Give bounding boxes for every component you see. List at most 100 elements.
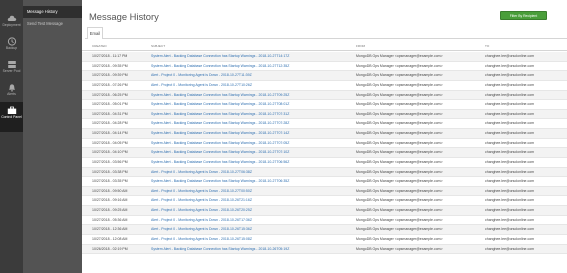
cell-to: changhee.lee@orsolonline.com bbox=[485, 111, 535, 116]
table-row[interactable]: 10/27/2018 - 12:36 AM Alert - Project 0 -… bbox=[82, 225, 567, 235]
table-row[interactable]: 10/27/2018 - 03:38 PM Alert - Project 0 -… bbox=[82, 167, 567, 178]
cell-created: 10/27/2018 - 04:14 PM bbox=[92, 131, 128, 136]
table-row[interactable]: 10/27/2018 - 07:26 PM Alert - Project 0 -… bbox=[82, 81, 567, 91]
cell-subject-link[interactable]: System Alert - Backing Database Connecti… bbox=[151, 52, 356, 62]
table-row[interactable]: 10/27/2018 - 04:14 PM System Alert - Back… bbox=[82, 129, 567, 139]
cell-from: MongoDB Ops Manager <opsmanager@example.… bbox=[356, 140, 443, 145]
cell-to: changhee.lee@orsolonline.com bbox=[485, 236, 535, 241]
cell-to: changhee.lee@orsolonline.com bbox=[485, 63, 535, 68]
cell-subject-link[interactable]: System Alert - Backing Database Connecti… bbox=[151, 139, 356, 149]
table-row[interactable]: 10/27/2018 - 04:31 PM System Alert - Back… bbox=[82, 109, 567, 120]
cell-subject-link[interactable]: System Alert - Backing Database Connecti… bbox=[151, 158, 356, 168]
table-row[interactable]: 10/26/2018 - 02:19 PM System Alert - Back… bbox=[82, 244, 567, 255]
cell-to: changhee.lee@orsolonline.com bbox=[485, 169, 535, 174]
column-header-to[interactable]: To bbox=[485, 44, 489, 48]
cell-from: MongoDB Ops Manager <opsmanager@example.… bbox=[356, 63, 443, 68]
filter-by-recipient-button[interactable]: Filter By Recipient bbox=[500, 11, 547, 20]
column-header-from[interactable]: From bbox=[356, 44, 365, 48]
cell-created: 10/27/2018 - 09:39 PM bbox=[92, 73, 128, 78]
cell-from: MongoDB Ops Manager <opsmanager@example.… bbox=[356, 111, 443, 116]
cell-from: MongoDB Ops Manager <opsmanager@example.… bbox=[356, 188, 443, 193]
cell-subject-link[interactable]: Alert - Project 0 - Monitoring Agent is … bbox=[151, 196, 356, 206]
column-header-subject[interactable]: Subject bbox=[151, 44, 165, 48]
table-row[interactable]: 10/27/2018 - 12:08 AM Alert - Project 0 -… bbox=[82, 235, 567, 245]
table-row[interactable]: 10/27/2018 - 04:28 PM System Alert - Back… bbox=[82, 119, 567, 130]
cell-from: MongoDB Ops Manager <opsmanager@example.… bbox=[356, 227, 443, 232]
cell-created: 10/27/2018 - 11:17 PM bbox=[92, 54, 128, 58]
subnav-item-send-test-message[interactable]: Send Test Message bbox=[23, 18, 82, 30]
cell-from: MongoDB Ops Manager <opsmanager@example.… bbox=[356, 236, 443, 241]
app-rail: Deployment Backup Server Pool Alerts Con… bbox=[0, 0, 23, 273]
rail-item-label: Backup bbox=[5, 46, 18, 50]
cell-to: changhee.lee@orsolonline.com bbox=[485, 208, 535, 213]
table-row[interactable]: 10/27/2018 - 05:01 PM System Alert - Back… bbox=[82, 100, 567, 110]
rail-item-label: Control Panel bbox=[1, 115, 22, 119]
rail-item-label: Alerts bbox=[7, 92, 16, 96]
cell-subject-link[interactable]: Alert - Project 0 - Monitoring Agent is … bbox=[151, 206, 356, 216]
cell-subject-link[interactable]: System Alert - Backing Database Connecti… bbox=[151, 119, 356, 129]
cell-subject-link[interactable]: System Alert - Backing Database Connecti… bbox=[151, 100, 356, 110]
cell-subject-link[interactable]: System Alert - Backing Database Connecti… bbox=[151, 148, 356, 158]
cell-created: 10/27/2018 - 12:08 AM bbox=[92, 236, 128, 241]
cell-to: changhee.lee@orsolonline.com bbox=[485, 102, 535, 107]
cell-created: 10/27/2018 - 06:25 PM bbox=[92, 92, 128, 97]
rail-item-control-panel[interactable]: Control Panel bbox=[0, 102, 23, 132]
cell-subject-link[interactable]: Alert - Project 0 - Monitoring Agent is … bbox=[151, 216, 356, 226]
table-row[interactable]: 10/27/2018 - 09:25 AM Alert - Project 0 -… bbox=[82, 206, 567, 216]
cell-created: 10/26/2018 - 02:19 PM bbox=[92, 246, 128, 251]
cell-to: changhee.lee@orsolonline.com bbox=[485, 131, 535, 136]
cell-subject-link[interactable]: Alert - Project 0 - Monitoring Agent is … bbox=[151, 235, 356, 245]
cell-subject-link[interactable]: System Alert - Backing Database Connecti… bbox=[151, 62, 356, 72]
cell-subject-link[interactable]: Alert - Project 0 - Monitoring Agent is … bbox=[151, 225, 356, 235]
cell-subject-link[interactable]: System Alert - Backing Database Connecti… bbox=[151, 177, 356, 187]
table-row[interactable]: 10/27/2018 - 11:17 PM System Alert - Back… bbox=[82, 52, 567, 62]
cell-to: changhee.lee@orsolonline.com bbox=[485, 54, 535, 58]
cell-subject-link[interactable]: Alert - Project 0 - Monitoring Agent is … bbox=[151, 71, 356, 81]
cell-to: changhee.lee@orsolonline.com bbox=[485, 217, 535, 222]
cell-created: 10/27/2018 - 09:25 AM bbox=[92, 208, 128, 213]
table-row[interactable]: 10/27/2018 - 09:35 PM System Alert - Back… bbox=[82, 62, 567, 72]
cell-subject-link[interactable]: Alert - Project 0 - Monitoring Agent is … bbox=[151, 187, 356, 197]
cell-from: MongoDB Ops Manager <opsmanager@example.… bbox=[356, 159, 443, 164]
cell-from: MongoDB Ops Manager <opsmanager@example.… bbox=[356, 54, 443, 58]
cell-created: 10/27/2018 - 07:26 PM bbox=[92, 82, 128, 87]
table-row[interactable]: 10/27/2018 - 09:50 AM Alert - Project 0 -… bbox=[82, 186, 567, 197]
cell-from: MongoDB Ops Manager <opsmanager@example.… bbox=[356, 82, 443, 87]
column-header-created[interactable]: Created bbox=[92, 44, 107, 48]
cell-from: MongoDB Ops Manager <opsmanager@example.… bbox=[356, 198, 443, 203]
table-row[interactable]: 10/27/2018 - 03:35 PM System Alert - Back… bbox=[82, 177, 567, 187]
cell-to: changhee.lee@orsolonline.com bbox=[485, 188, 535, 193]
tab-divider bbox=[85, 38, 567, 39]
table-row[interactable]: 10/27/2018 - 03:56 PM System Alert - Back… bbox=[82, 158, 567, 168]
cell-created: 10/27/2018 - 09:50 AM bbox=[92, 188, 128, 193]
cell-from: MongoDB Ops Manager <opsmanager@example.… bbox=[356, 92, 443, 97]
table-row[interactable]: 10/27/2018 - 05:36 AM Alert - Project 0 -… bbox=[82, 216, 567, 226]
cell-to: changhee.lee@orsolonline.com bbox=[485, 227, 535, 232]
table-row[interactable]: 10/27/2018 - 09:16 AM Alert - Project 0 -… bbox=[82, 196, 567, 207]
cell-from: MongoDB Ops Manager <opsmanager@example.… bbox=[356, 246, 443, 251]
cell-subject-link[interactable]: System Alert - Backing Database Connecti… bbox=[151, 91, 356, 101]
cell-to: changhee.lee@orsolonline.com bbox=[485, 73, 535, 78]
table-row[interactable]: 10/27/2018 - 06:25 PM System Alert - Back… bbox=[82, 90, 567, 101]
cell-subject-link[interactable]: System Alert - Backing Database Connecti… bbox=[151, 129, 356, 139]
cell-to: changhee.lee@orsolonline.com bbox=[485, 92, 535, 97]
cell-created: 10/27/2018 - 05:01 PM bbox=[92, 102, 128, 107]
table-row[interactable]: 10/27/2018 - 09:39 PM Alert - Project 0 -… bbox=[82, 71, 567, 81]
cell-created: 10/27/2018 - 03:35 PM bbox=[92, 179, 128, 184]
tab-email[interactable]: Email bbox=[87, 27, 103, 39]
cell-subject-link[interactable]: System Alert - Backing Database Connecti… bbox=[151, 110, 356, 120]
table-row[interactable]: 10/27/2018 - 04:05 PM System Alert - Back… bbox=[82, 139, 567, 149]
cell-to: changhee.lee@orsolonline.com bbox=[485, 179, 535, 184]
cell-to: changhee.lee@orsolonline.com bbox=[485, 246, 535, 251]
cell-created: 10/27/2018 - 05:36 AM bbox=[92, 217, 128, 222]
cell-from: MongoDB Ops Manager <opsmanager@example.… bbox=[356, 131, 443, 136]
cell-subject-link[interactable]: System Alert - Backing Database Connecti… bbox=[151, 245, 356, 255]
cell-subject-link[interactable]: Alert - Project 0 - Monitoring Agent is … bbox=[151, 81, 356, 91]
cell-from: MongoDB Ops Manager <opsmanager@example.… bbox=[356, 102, 443, 107]
subnav-item-message-history[interactable]: Message History bbox=[23, 6, 82, 18]
table-row[interactable]: 10/27/2018 - 04:10 PM System Alert - Back… bbox=[82, 148, 567, 158]
cell-created: 10/27/2018 - 04:31 PM bbox=[92, 111, 128, 116]
cell-created: 10/27/2018 - 12:36 AM bbox=[92, 227, 128, 232]
cell-subject-link[interactable]: Alert - Project 0 - Monitoring Agent is … bbox=[151, 168, 356, 178]
cell-created: 10/27/2018 - 04:28 PM bbox=[92, 121, 128, 126]
